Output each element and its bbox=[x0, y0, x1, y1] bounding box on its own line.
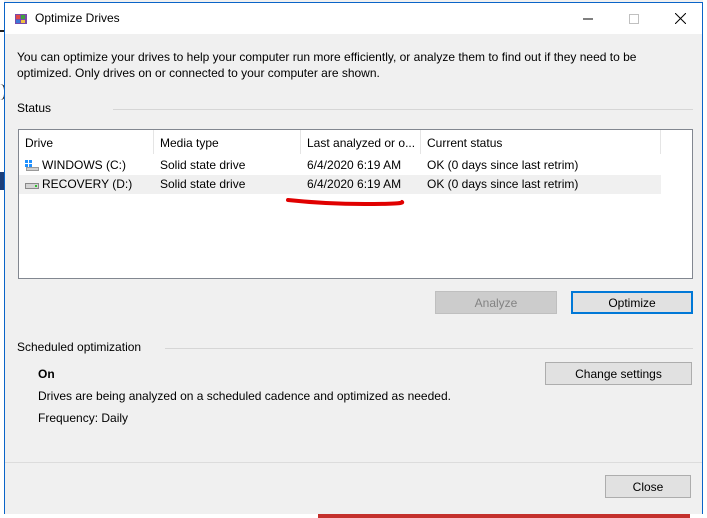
minimize-icon bbox=[583, 18, 593, 19]
drive-name: WINDOWS (C:) bbox=[42, 158, 126, 172]
drive-media-type: Solid state drive bbox=[160, 158, 246, 172]
schedule-separator bbox=[165, 348, 693, 349]
maximize-button[interactable] bbox=[611, 3, 657, 34]
optimize-drives-window: Optimize Drives You can optimize your dr… bbox=[4, 2, 703, 514]
status-separator bbox=[113, 109, 693, 110]
title-bar[interactable]: Optimize Drives bbox=[5, 3, 702, 34]
column-header-current-status[interactable]: Current status bbox=[421, 130, 661, 154]
desktop-background-right bbox=[703, 0, 707, 518]
close-icon bbox=[674, 13, 686, 24]
drive-current-status: OK (0 days since last retrim) bbox=[427, 177, 579, 191]
windows-drive-icon bbox=[25, 160, 39, 171]
drive-media-type: Solid state drive bbox=[160, 177, 246, 191]
drive-name: RECOVERY (D:) bbox=[42, 177, 133, 191]
column-header-last-analyzed[interactable]: Last analyzed or o... bbox=[301, 130, 421, 154]
drive-icon bbox=[25, 183, 39, 189]
drive-last-analyzed: 6/4/2020 6:19 AM bbox=[307, 158, 402, 172]
drive-last-analyzed: 6/4/2020 6:19 AM bbox=[307, 177, 402, 191]
close-button[interactable]: Close bbox=[605, 475, 691, 498]
window-title: Optimize Drives bbox=[35, 11, 120, 25]
schedule-description: Drives are being analyzed on a scheduled… bbox=[38, 389, 451, 403]
scheduled-optimization-label: Scheduled optimization bbox=[17, 340, 142, 354]
column-header-media-type[interactable]: Media type bbox=[154, 130, 301, 154]
change-settings-button[interactable]: Change settings bbox=[545, 362, 692, 385]
column-header-drive[interactable]: Drive bbox=[19, 130, 154, 154]
close-window-button[interactable] bbox=[657, 3, 703, 34]
maximize-icon bbox=[629, 13, 639, 24]
window-description: You can optimize your drives to help you… bbox=[17, 50, 637, 80]
drive-row-d[interactable]: RECOVERY (D:) Solid state drive 6/4/2020… bbox=[19, 175, 661, 194]
schedule-frequency: Frequency: Daily bbox=[38, 411, 129, 425]
schedule-state: On bbox=[38, 367, 55, 381]
minimize-button[interactable] bbox=[565, 3, 611, 34]
drive-row-c[interactable]: WINDOWS (C:) Solid state drive 6/4/2020 … bbox=[19, 156, 661, 175]
defrag-app-icon bbox=[15, 14, 27, 24]
drives-list-header: Drive Media type Last analyzed or o... C… bbox=[19, 130, 661, 154]
status-section-label: Status bbox=[17, 101, 52, 115]
drive-current-status: OK (0 days since last retrim) bbox=[427, 158, 579, 172]
analyze-button[interactable]: Analyze bbox=[435, 291, 557, 314]
red-underline-annotation bbox=[286, 198, 405, 207]
optimize-button[interactable]: Optimize bbox=[571, 291, 693, 314]
dialog-footer: Close bbox=[5, 462, 702, 514]
